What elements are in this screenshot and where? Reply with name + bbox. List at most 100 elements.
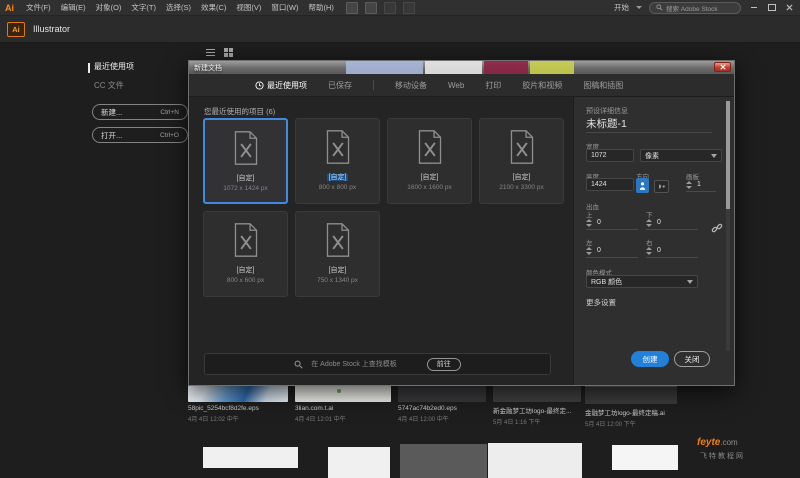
illustrator-window: Ai 文件(F) 编辑(E) 对象(O) 文字(T) 选择(S) 效果(C) 视… [0,0,800,478]
preset-tile[interactable]: [自定] 1072 x 1424 px [203,118,288,204]
sidebar-active-indicator [88,63,90,73]
stepper-arrows-icon[interactable] [586,219,592,227]
close-button[interactable] [784,2,795,13]
toolbar-icon[interactable] [365,2,377,14]
file-name: 58pic_5254bcf8d2fe.eps [188,405,288,412]
stock-search-label: 搜索 Adobe Stock [666,3,718,13]
file-card[interactable]: 3lian.com.t.ai 4月 4日 12:01 中午 [295,385,391,423]
minimize-button[interactable] [748,2,759,13]
artboard-count: 1 [697,181,701,188]
unit-dropdown[interactable]: 像素 [640,149,722,162]
scrollbar[interactable] [726,101,730,351]
close-dialog-button[interactable]: 关闭 [674,351,710,367]
tab-recent[interactable]: 最近使用项 [255,80,307,91]
menu-select[interactable]: 选择(S) [161,2,196,13]
bleed-bottom-stepper[interactable]: 0 [646,216,698,230]
menu-type[interactable]: 文字(T) [126,2,161,13]
tab-mobile[interactable]: 移动设备 [395,80,427,91]
file-thumbnail [585,385,677,404]
chevron-down-icon [636,6,642,9]
more-settings-link[interactable]: 更多设置 [586,297,616,308]
sidebar-item-cc-files[interactable]: CC 文件 [94,80,124,91]
bleed-top-stepper[interactable]: 0 [586,216,638,230]
toolbar-icon[interactable] [403,2,415,14]
color-mode-dropdown[interactable]: RGB 颜色 [586,275,698,288]
preset-label: [自定] [296,172,379,182]
file-card[interactable]: 金融梦工坊logo-最终定稿.ai 5月 4日 12:00 下午 [585,385,677,428]
file-card[interactable]: 新金融梦工坊logo-最终定... 5月 4日 1:16 下午 [493,385,581,426]
preset-label: [自定] [296,265,379,275]
file-thumbnail[interactable] [400,444,487,478]
glass-reflection [530,61,574,74]
tab-web[interactable]: Web [448,81,464,90]
create-button[interactable]: 创建 [631,351,669,367]
maximize-button[interactable] [766,2,777,13]
clock-icon [255,81,264,90]
preset-tile[interactable]: [自定] 800 x 800 px [295,118,380,204]
tab-art-illustration[interactable]: 图稿和插图 [583,80,623,91]
stepper-arrows-icon[interactable] [646,219,652,227]
menu-edit[interactable]: 编辑(E) [56,2,91,13]
workspace-switcher[interactable]: 开始 [614,2,629,13]
height-input[interactable]: 1424 [586,178,634,191]
glass-reflection [346,61,423,74]
file-card[interactable]: 58pic_5254bcf8d2fe.eps 4月 4日 12:02 中午 [188,385,288,423]
document-name-input[interactable]: 未标题-1 [586,116,627,131]
menu-window[interactable]: 窗口(W) [266,2,303,13]
artboard-stepper[interactable]: 1 [686,178,716,192]
stock-template-search[interactable]: 在 Adobe Stock 上查找模板 前往 [204,353,551,375]
dialog-tab-bar: 最近使用项 已保存 移动设备 Web 打印 胶片和视频 图稿和插图 [189,74,734,97]
stepper-arrows-icon[interactable] [686,181,692,189]
toolbar-icon[interactable] [346,2,358,14]
blank-document-icon [509,130,535,164]
file-thumbnail [295,385,391,402]
file-date: 4月 4日 12:00 中午 [398,414,486,423]
menu-file[interactable]: 文件(F) [21,2,56,13]
bleed-right-stepper[interactable]: 0 [646,244,698,258]
stepper-arrows-icon[interactable] [586,247,592,255]
file-thumbnail[interactable] [203,447,298,468]
tab-print[interactable]: 打印 [485,80,501,91]
dialog-titlebar[interactable] [189,61,734,74]
file-thumbnail[interactable] [488,443,582,478]
dialog-title: 新建文档 [194,63,222,73]
app-logo: Ai [5,3,14,13]
width-input[interactable]: 1072 [586,149,634,162]
recent-items-header: 您最近使用的项目 (6) [204,106,275,117]
file-date: 5月 4日 1:16 下午 [493,417,581,426]
toolbar-icon[interactable] [384,2,396,14]
new-file-button[interactable]: 新建... Ctrl+N [92,104,188,120]
bleed-left-stepper[interactable]: 0 [586,244,638,258]
file-thumbnail[interactable] [328,447,390,478]
tab-film-video[interactable]: 胶片和视频 [522,80,562,91]
close-icon [720,64,726,70]
file-date: 5月 4日 12:00 下午 [585,419,677,428]
file-thumbnail[interactable] [612,445,678,470]
stepper-arrows-icon[interactable] [646,247,652,255]
file-thumbnail [188,385,288,402]
portrait-orientation-button[interactable] [636,178,649,193]
open-file-button[interactable]: 打开... Ctrl+O [92,127,188,143]
preset-tile[interactable]: [自定] 2100 x 3300 px [479,118,564,204]
menu-view[interactable]: 视图(V) [231,2,266,13]
sidebar-item-recent[interactable]: 最近使用项 [94,61,134,72]
tab-saved[interactable]: 已保存 [328,80,352,91]
menu-effect[interactable]: 效果(C) [196,2,231,13]
blank-document-icon [325,223,351,257]
go-button[interactable]: 前往 [427,358,461,371]
preset-tile[interactable]: [自定] 750 x 1340 px [295,211,380,297]
landscape-orientation-button[interactable] [654,180,669,193]
stock-search-box[interactable]: 搜索 Adobe Stock [649,2,741,14]
menu-help[interactable]: 帮助(H) [304,2,339,13]
link-bleed-icon[interactable] [711,222,723,234]
file-card[interactable]: 5747ac74b2ed0.eps 4月 4日 12:00 中午 [398,385,486,423]
scrollbar-thumb[interactable] [726,101,730,209]
menu-object[interactable]: 对象(O) [91,2,127,13]
tab-divider [373,80,374,90]
dialog-close-button[interactable] [714,62,731,72]
preset-tile[interactable]: [自定] 1600 x 1600 px [387,118,472,204]
list-view-icon[interactable] [206,49,215,56]
blank-document-icon [417,130,443,164]
preset-tile[interactable]: [自定] 800 x 600 px [203,211,288,297]
grid-view-icon[interactable] [224,48,233,57]
